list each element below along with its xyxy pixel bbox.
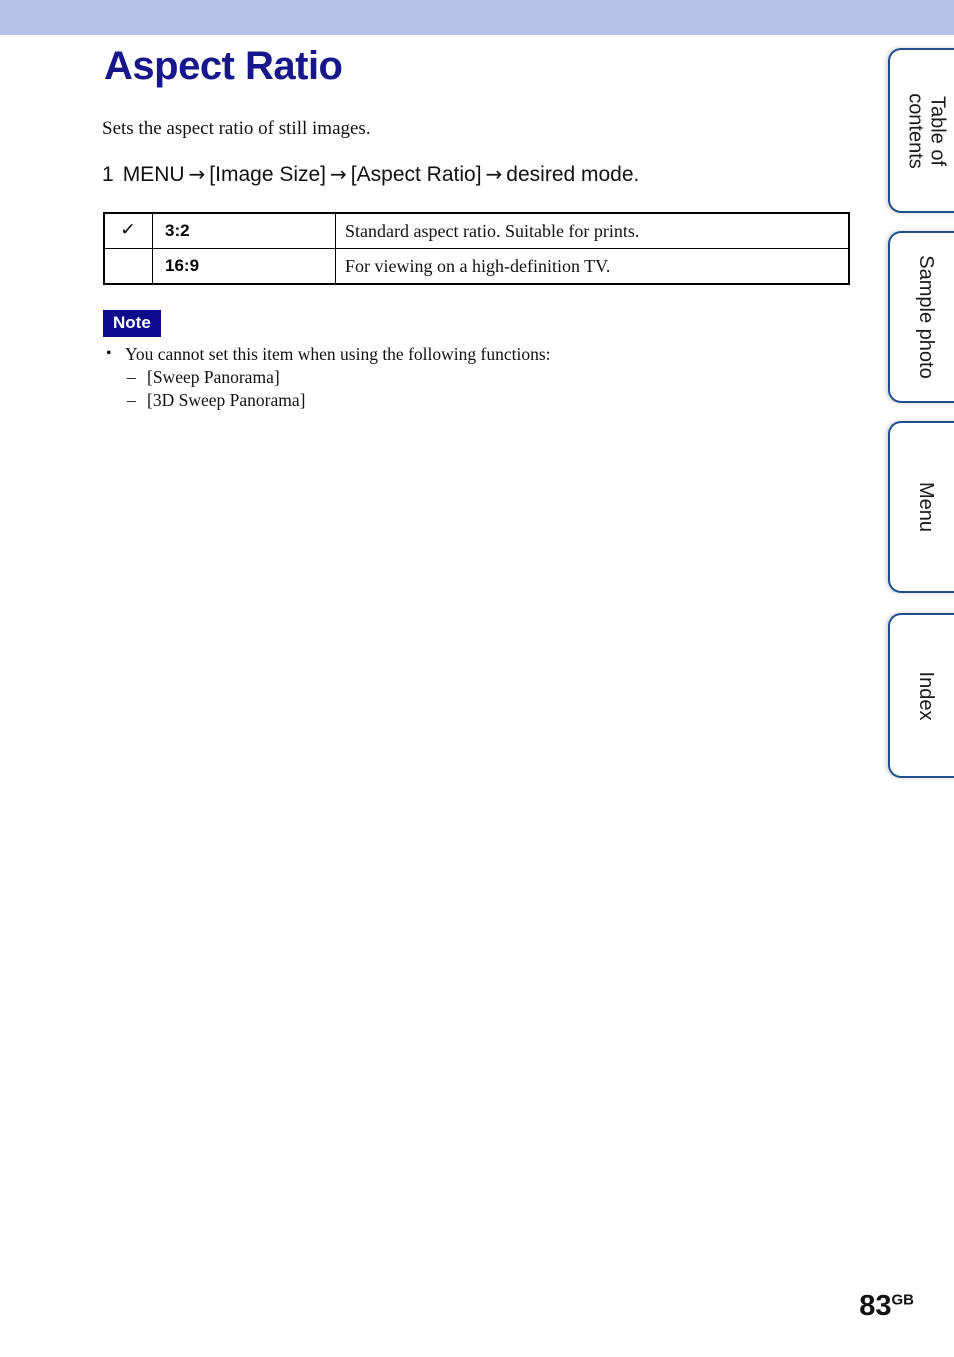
note-badge: Note xyxy=(103,310,161,337)
row-option-name-cell: 3:2 xyxy=(152,212,336,249)
tab-label: Table of contents xyxy=(904,92,949,169)
side-tab-rail: Table of contents Sample photo Menu Inde… xyxy=(880,0,954,1357)
sidebar-tab-table-of-contents[interactable]: Table of contents xyxy=(888,48,954,213)
step-menu-label: MENU xyxy=(122,163,185,186)
list-item: You cannot set this item when using the … xyxy=(103,343,843,366)
list-item: [Sweep Panorama] xyxy=(103,366,843,389)
step-part-image-size: [Image Size] xyxy=(209,163,327,186)
table-row: ✓ 3:2 Standard aspect ratio. Suitable fo… xyxy=(103,212,850,249)
option-description: Standard aspect ratio. Suitable for prin… xyxy=(345,220,640,241)
step-number: 1 xyxy=(102,163,114,186)
row-option-desc-cell: For viewing on a high-definition TV. xyxy=(335,248,850,285)
arrow-icon-3: → xyxy=(485,162,503,186)
intro-text: Sets the aspect ratio of still images. xyxy=(102,118,371,139)
arrow-icon-2: → xyxy=(330,162,347,186)
menu-path-step: 1 MENU → [Image Size] → [Aspect Ratio] → desire… xyxy=(102,162,639,187)
sidebar-tab-menu[interactable]: Menu xyxy=(888,421,954,593)
sidebar-tab-index[interactable]: Index xyxy=(888,613,954,778)
aspect-ratio-options-table: ✓ 3:2 Standard aspect ratio. Suitable fo… xyxy=(103,212,850,285)
step-part-desired-mode: desired mode. xyxy=(506,163,640,186)
option-description: For viewing on a high-definition TV. xyxy=(345,255,611,276)
note-list: You cannot set this item when using the … xyxy=(103,343,843,412)
tab-label: Index xyxy=(915,671,938,720)
step-part-aspect-ratio: [Aspect Ratio] xyxy=(350,163,482,186)
option-name: 16:9 xyxy=(165,256,200,275)
option-name: 3:2 xyxy=(165,221,190,240)
row-option-desc-cell: Standard aspect ratio. Suitable for prin… xyxy=(335,212,850,249)
tab-label: Sample photo xyxy=(915,255,938,379)
row-check-cell xyxy=(103,248,153,285)
checkmark-icon: ✓ xyxy=(120,220,137,240)
page-content: Aspect Ratio Sets the aspect ratio of st… xyxy=(0,35,880,1357)
row-option-name-cell: 16:9 xyxy=(152,248,336,285)
page-title: Aspect Ratio xyxy=(104,44,343,88)
table-row: 16:9 For viewing on a high-definition TV… xyxy=(103,248,850,285)
arrow-icon-1: → xyxy=(188,162,206,186)
row-check-cell: ✓ xyxy=(103,212,153,249)
list-item: [3D Sweep Panorama] xyxy=(103,389,843,412)
top-color-band xyxy=(0,0,954,35)
sidebar-tab-sample-photo[interactable]: Sample photo xyxy=(888,231,954,403)
tab-label: Menu xyxy=(915,481,938,533)
